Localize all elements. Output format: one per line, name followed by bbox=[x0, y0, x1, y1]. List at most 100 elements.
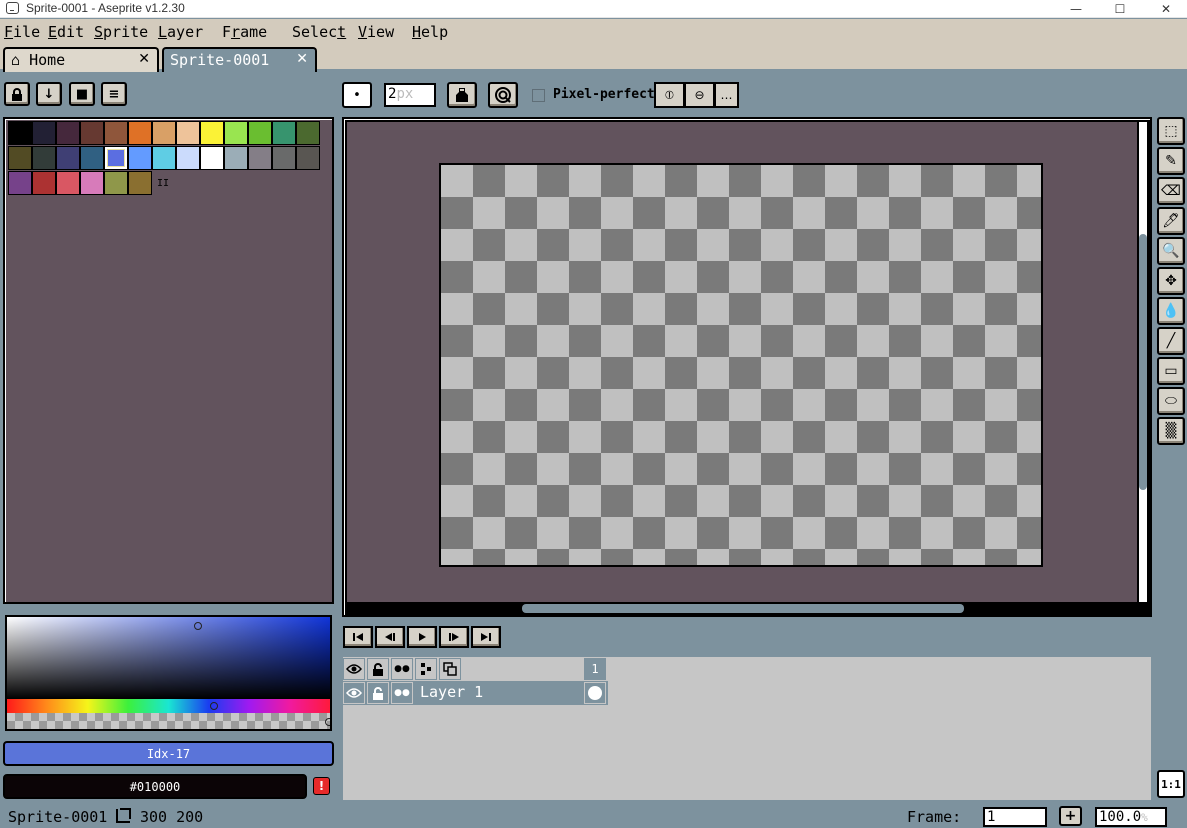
palette-swatch[interactable] bbox=[152, 146, 176, 170]
palette-swatch[interactable] bbox=[176, 121, 200, 145]
saturation-value-area[interactable] bbox=[7, 617, 330, 699]
sv-handle[interactable] bbox=[194, 622, 202, 630]
line-icon[interactable]: ╱ bbox=[1157, 327, 1185, 355]
color-warning-button[interactable]: ! bbox=[313, 777, 330, 795]
maximize-button[interactable]: ☐ bbox=[1097, 0, 1143, 18]
palette-swatch[interactable] bbox=[80, 121, 104, 145]
zoom-input[interactable]: 100.0% bbox=[1095, 807, 1167, 827]
visibility-icon[interactable] bbox=[343, 682, 365, 704]
menu-edit[interactable]: Edit bbox=[48, 23, 84, 41]
pixel-perfect-checkbox[interactable] bbox=[532, 89, 545, 102]
dynamics-icon[interactable] bbox=[488, 82, 518, 108]
cel-frame-1[interactable] bbox=[584, 682, 606, 704]
menu-icon[interactable]: ≡ bbox=[101, 82, 127, 106]
prev-frame-icon[interactable] bbox=[375, 626, 405, 648]
next-frame-icon[interactable] bbox=[439, 626, 469, 648]
rectangular-marquee-icon[interactable]: ⬚ bbox=[1157, 117, 1185, 145]
last-frame-icon[interactable] bbox=[471, 626, 501, 648]
tab-sprite[interactable]: Sprite-0001 ✕ bbox=[162, 47, 317, 72]
alpha-bar[interactable] bbox=[7, 713, 330, 729]
palette-swatch[interactable] bbox=[200, 146, 224, 170]
palette-swatch[interactable] bbox=[296, 146, 320, 170]
add-frame-button[interactable]: + bbox=[1059, 806, 1082, 826]
brush-size-input[interactable]: 2px bbox=[384, 83, 436, 107]
menu-sprite[interactable]: Sprite bbox=[94, 23, 148, 41]
palette-swatch[interactable] bbox=[56, 146, 80, 170]
palette-swatch[interactable] bbox=[80, 146, 104, 170]
palette-swatch[interactable] bbox=[56, 121, 80, 145]
menu-help[interactable]: Help bbox=[412, 23, 448, 41]
blur-icon[interactable]: ▒ bbox=[1157, 417, 1185, 445]
foreground-color-index[interactable]: Idx-17 bbox=[3, 741, 334, 766]
ink-bucket-icon[interactable] bbox=[447, 82, 477, 108]
palette-swatch[interactable] bbox=[8, 121, 32, 145]
hue-bar[interactable] bbox=[7, 699, 330, 713]
lock-icon[interactable] bbox=[367, 658, 389, 680]
editor-background[interactable] bbox=[347, 122, 1137, 602]
symmetry-vertical-icon[interactable]: ⦶ bbox=[654, 82, 684, 108]
zoom-ratio-button[interactable]: 1:1 bbox=[1157, 770, 1185, 798]
palette-swatch[interactable] bbox=[128, 171, 152, 195]
alpha-handle[interactable] bbox=[325, 718, 330, 726]
palette-swatch[interactable] bbox=[8, 171, 32, 195]
palette-swatch[interactable] bbox=[32, 121, 56, 145]
continuous-icon[interactable]: ●● bbox=[391, 658, 413, 680]
menu-frame[interactable]: Frame bbox=[222, 23, 267, 41]
paint-bucket-icon[interactable]: 💧 bbox=[1157, 297, 1185, 325]
rectangle-icon[interactable]: ▭ bbox=[1157, 357, 1185, 385]
close-icon[interactable]: ✕ bbox=[138, 51, 150, 67]
continuous-icon[interactable]: ●● bbox=[391, 682, 413, 704]
layer-name[interactable]: Layer 1 bbox=[420, 683, 483, 701]
layer-tree-icon[interactable] bbox=[415, 658, 437, 680]
close-icon[interactable]: ✕ bbox=[296, 51, 308, 67]
menu-select[interactable]: Select bbox=[292, 23, 346, 41]
palette-swatch[interactable] bbox=[32, 146, 56, 170]
menu-file[interactable]: File bbox=[4, 23, 40, 41]
close-window-button[interactable]: ✕ bbox=[1143, 0, 1187, 18]
hue-handle[interactable] bbox=[210, 702, 218, 710]
palette-swatch[interactable] bbox=[152, 121, 176, 145]
palette-swatch[interactable] bbox=[104, 121, 128, 145]
palette-swatch[interactable] bbox=[8, 146, 32, 170]
palette-swatch[interactable] bbox=[272, 146, 296, 170]
move-icon[interactable]: ✥ bbox=[1157, 267, 1185, 295]
palette-swatch[interactable] bbox=[80, 171, 104, 195]
color-spectrum[interactable] bbox=[5, 615, 332, 731]
minimize-button[interactable]: — bbox=[1053, 0, 1099, 18]
vertical-scroll-thumb[interactable] bbox=[1139, 234, 1147, 490]
more-options-icon[interactable]: … bbox=[714, 82, 739, 108]
lock-icon[interactable] bbox=[4, 82, 30, 106]
first-frame-icon[interactable] bbox=[343, 626, 373, 648]
palette-swatch[interactable] bbox=[104, 171, 128, 195]
pencil-icon[interactable]: ✎ bbox=[1157, 147, 1185, 175]
sort-down-icon[interactable]: ↓ bbox=[36, 82, 62, 106]
pixel-perfect-label[interactable]: Pixel-perfect bbox=[553, 87, 655, 102]
onion-skin-icon[interactable] bbox=[439, 658, 461, 680]
palette-resize-handle[interactable]: II bbox=[157, 178, 169, 189]
lock-icon[interactable] bbox=[367, 682, 389, 704]
contour-icon[interactable]: ⬭ bbox=[1157, 387, 1185, 415]
horizontal-scroll-thumb[interactable] bbox=[522, 604, 964, 613]
palette-stop-icon[interactable]: ■ bbox=[69, 82, 95, 106]
palette-swatch[interactable] bbox=[224, 146, 248, 170]
palette-swatch[interactable] bbox=[200, 121, 224, 145]
palette-swatch[interactable] bbox=[296, 121, 320, 145]
palette-swatch[interactable] bbox=[224, 121, 248, 145]
layer-row[interactable]: ●● Layer 1 bbox=[343, 681, 608, 705]
eraser-icon[interactable]: ⌫ bbox=[1157, 177, 1185, 205]
palette-swatch[interactable] bbox=[56, 171, 80, 195]
tab-home[interactable]: ⌂ Home ✕ bbox=[3, 47, 159, 72]
palette-swatch[interactable] bbox=[104, 146, 128, 170]
palette-swatch[interactable] bbox=[248, 121, 272, 145]
background-color-hex[interactable]: #010000 bbox=[3, 774, 307, 799]
palette-swatch[interactable] bbox=[176, 146, 200, 170]
sprite-canvas[interactable] bbox=[439, 163, 1043, 567]
menu-view[interactable]: View bbox=[358, 23, 394, 41]
visibility-icon[interactable] bbox=[343, 658, 365, 680]
palette-swatch[interactable] bbox=[248, 146, 272, 170]
eyedropper-icon[interactable]: 🖊 bbox=[1157, 207, 1185, 235]
palette-swatch[interactable] bbox=[128, 121, 152, 145]
palette-swatch[interactable] bbox=[32, 171, 56, 195]
frame-input[interactable]: 1 bbox=[983, 807, 1047, 827]
menu-layer[interactable]: Layer bbox=[158, 23, 203, 41]
